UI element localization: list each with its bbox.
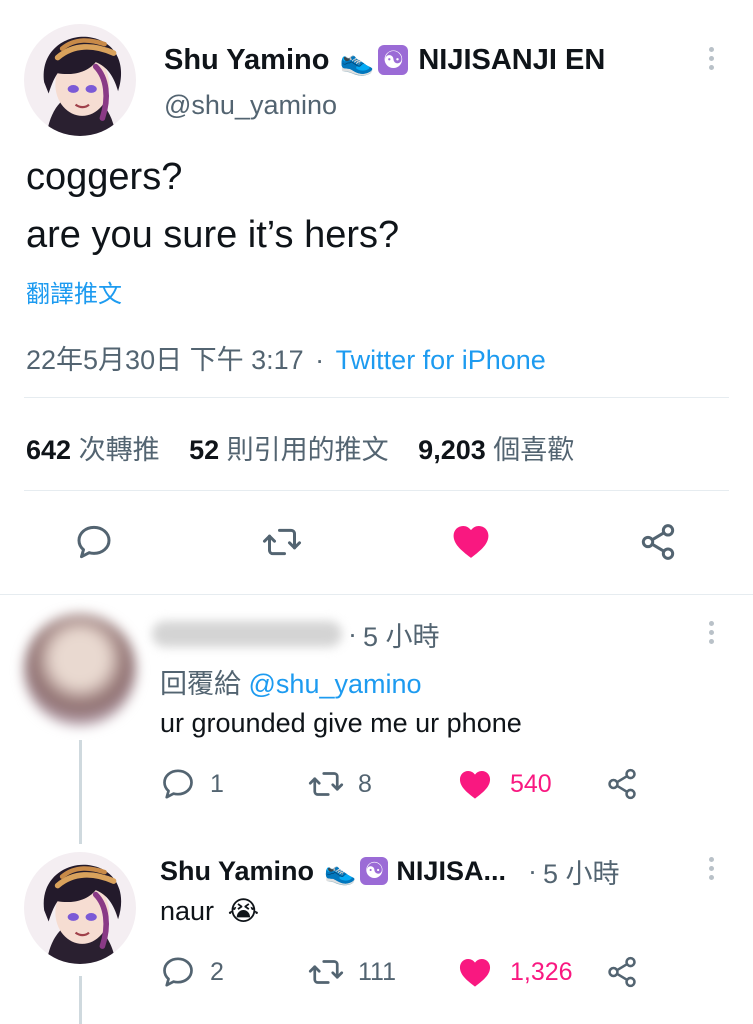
retweet-button[interactable]: 111 xyxy=(308,954,396,990)
share-button[interactable] xyxy=(638,522,678,562)
like-count: 1,326 xyxy=(510,957,573,986)
retweet-count: 111 xyxy=(358,957,397,986)
tweet-text-line: coggers? xyxy=(26,156,183,198)
quotes-label: 則引用的推文 xyxy=(226,435,389,465)
tweet-date[interactable]: 22年5月30日 下午 3:17 xyxy=(26,345,304,375)
tweet-stats: 642 次轉推 52 則引用的推文 9,203 個喜歡 xyxy=(26,428,574,467)
reply-icon xyxy=(74,522,114,562)
reply-text: ur grounded give me ur phone xyxy=(160,708,522,738)
share-icon xyxy=(638,522,678,562)
reply-author-name-blurred[interactable] xyxy=(152,621,342,647)
yin-yang-glyph: ☯ xyxy=(382,46,405,74)
reply-avatar-blurred[interactable] xyxy=(24,614,136,726)
likes-count: 9,203 xyxy=(418,435,486,465)
more-icon[interactable] xyxy=(691,848,731,888)
divider xyxy=(24,397,729,398)
tweet-text-line: are you sure it’s hers? xyxy=(26,214,400,256)
reply-icon xyxy=(160,766,196,802)
share-icon xyxy=(605,955,639,989)
likes-stat[interactable]: 9,203 個喜歡 xyxy=(418,435,574,465)
retweets-label: 次轉推 xyxy=(78,435,160,465)
share-button[interactable] xyxy=(605,955,639,989)
reply-author-name[interactable]: Shu Yamino xyxy=(160,856,314,887)
reply-to-prefix: 回覆給 xyxy=(160,669,241,699)
share-button[interactable] xyxy=(605,767,639,801)
tweet-text: coggers? are you sure it’s hers? xyxy=(26,148,399,264)
yin-yang-glyph: ☯ xyxy=(364,858,385,883)
divider xyxy=(24,490,729,491)
author-avatar[interactable] xyxy=(24,852,136,964)
more-icon[interactable] xyxy=(691,612,731,652)
reply-button[interactable]: 1 xyxy=(160,766,224,802)
yin-yang-icon: ☯ xyxy=(378,45,409,75)
crying-face-icon: 😭 xyxy=(227,896,260,926)
retweet-button[interactable] xyxy=(262,522,302,562)
org-label: NIJISANJI EN xyxy=(418,43,606,76)
like-button[interactable] xyxy=(449,519,493,563)
reply-author-row: · 5 小時 xyxy=(152,616,440,652)
share-icon xyxy=(605,767,639,801)
author-name-row: Shu Yamino 👟 ☯ NIJISANJI EN xyxy=(164,40,605,80)
shoe-emoji-icon: 👟 xyxy=(324,855,357,886)
quotes-stat[interactable]: 52 則引用的推文 xyxy=(189,435,396,465)
reply-time[interactable]: 5 小時 xyxy=(363,615,440,654)
retweet-icon xyxy=(308,954,344,990)
avatar-image xyxy=(24,24,136,136)
retweet-icon xyxy=(308,766,344,802)
reply-text: naur xyxy=(160,896,215,926)
author-avatar[interactable] xyxy=(24,24,136,136)
like-icon xyxy=(456,953,494,991)
reply-count: 1 xyxy=(210,769,224,798)
likes-label: 個喜歡 xyxy=(493,435,575,465)
time-separator: · xyxy=(348,618,357,649)
meta-separator: · xyxy=(315,345,325,375)
like-icon xyxy=(456,765,494,803)
quotes-count: 52 xyxy=(189,435,220,465)
retweets-stat[interactable]: 642 次轉推 xyxy=(26,435,167,465)
reply-icon xyxy=(160,954,196,990)
like-count: 540 xyxy=(510,769,552,798)
like-button[interactable]: 540 xyxy=(456,766,552,802)
retweets-count: 642 xyxy=(26,435,72,465)
shoe-emoji-icon: 👟 xyxy=(339,44,375,76)
author-name[interactable]: Shu Yamino xyxy=(164,44,329,77)
retweet-icon xyxy=(262,522,302,562)
retweet-button[interactable]: 8 xyxy=(308,766,372,802)
yin-yang-icon: ☯ xyxy=(360,857,389,885)
retweet-count: 8 xyxy=(358,769,372,798)
tweet-meta: 22年5月30日 下午 3:17 · Twitter for iPhone xyxy=(26,338,546,377)
tweet-client[interactable]: Twitter for iPhone xyxy=(336,345,546,375)
reply-to-handle[interactable]: @shu_yamino xyxy=(249,669,422,699)
thread-line xyxy=(79,740,82,844)
reply-count: 2 xyxy=(210,957,224,986)
reply-author-row: Shu Yamino 👟 ☯ NIJISA... · 5 小時 xyxy=(160,852,619,890)
author-handle[interactable]: @shu_yamino xyxy=(164,90,337,121)
thread-line xyxy=(79,976,82,1024)
avatar-image xyxy=(24,852,136,964)
org-label: NIJISA... xyxy=(396,855,506,886)
reply-button[interactable]: 2 xyxy=(160,954,224,990)
reply-time[interactable]: 5 小時 xyxy=(543,852,620,891)
more-icon[interactable] xyxy=(691,38,731,78)
translate-link[interactable]: 翻譯推文 xyxy=(26,274,122,309)
reply-button[interactable] xyxy=(74,522,114,562)
like-button[interactable]: 1,326 xyxy=(456,954,573,990)
time-separator: · xyxy=(527,855,537,886)
divider xyxy=(0,594,753,595)
reply-text-row: naur 😭 xyxy=(160,896,259,927)
like-icon xyxy=(449,519,493,563)
reply-to-line: 回覆給 @shu_yamino xyxy=(160,662,422,701)
